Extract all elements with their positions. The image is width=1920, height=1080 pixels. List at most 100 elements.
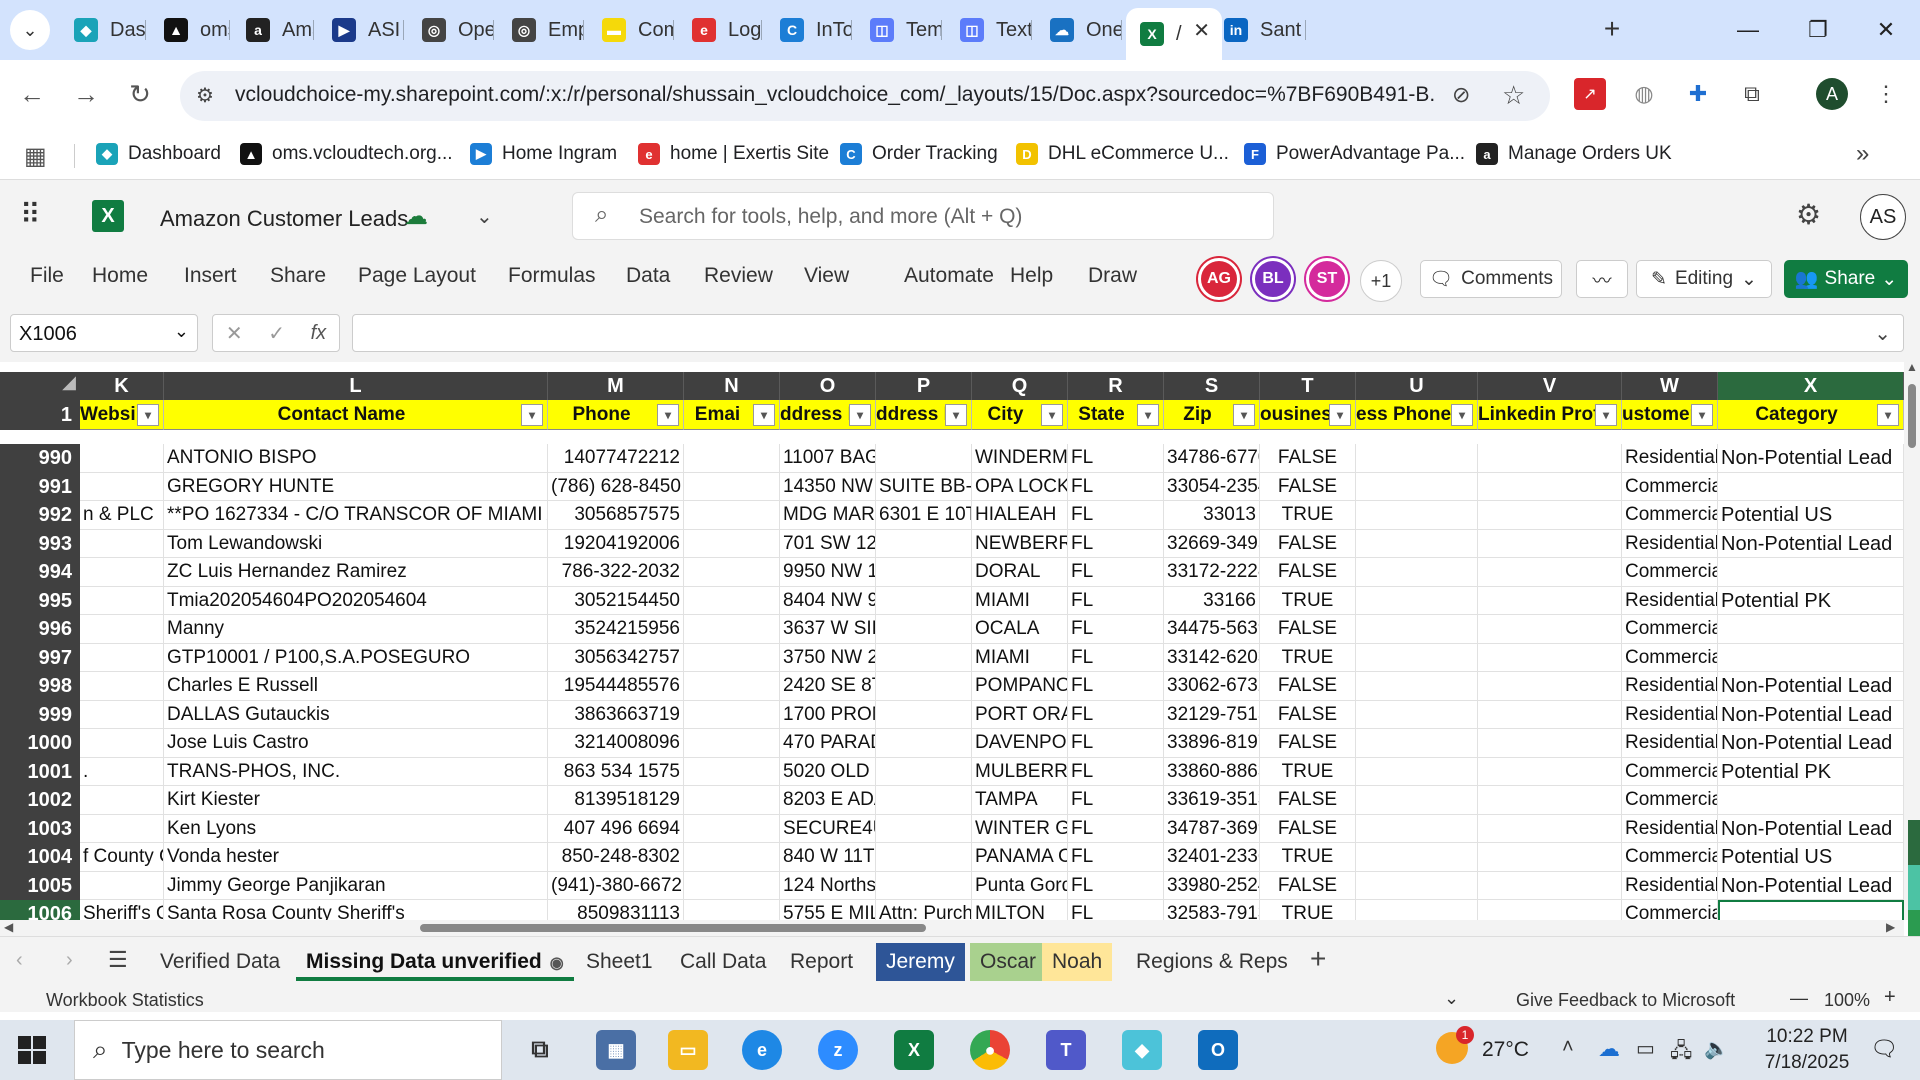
browser-tab[interactable]: ◎ Oper <box>408 8 494 52</box>
filter-dropdown-icon[interactable]: ▾ <box>1451 404 1473 426</box>
table-cell[interactable]: PORT ORA <box>972 700 1068 729</box>
table-cell[interactable]: Commercial <box>1622 643 1718 672</box>
table-cell[interactable]: Non-Potential Lead <box>1718 672 1904 701</box>
table-cell[interactable] <box>876 729 972 758</box>
table-cell[interactable] <box>684 871 780 900</box>
reload-button[interactable]: ↻ <box>120 74 160 114</box>
table-cell[interactable]: Residential <box>1622 444 1718 473</box>
table-cell[interactable]: 11007 BAGLEY ALY <box>780 444 876 473</box>
table-cell[interactable] <box>1356 472 1478 501</box>
table-cell[interactable]: Attn: Purch <box>876 900 972 920</box>
table-cell[interactable]: 3863663719 <box>548 700 684 729</box>
url-text[interactable]: vcloudchoice-my.sharepoint.com/:x:/r/per… <box>235 83 1435 107</box>
table-cell[interactable]: 33062-6732 <box>1164 672 1260 701</box>
column-header-k[interactable]: K <box>80 372 164 400</box>
table-cell[interactable]: FL <box>1068 643 1164 672</box>
table-cell[interactable] <box>684 501 780 530</box>
row-number[interactable]: 998 <box>0 672 80 701</box>
table-cell[interactable]: TAMPA <box>972 786 1068 815</box>
table-header-cell[interactable]: Linkedin Prof ▾ <box>1478 400 1622 430</box>
table-cell[interactable] <box>1356 643 1478 672</box>
restore-button[interactable]: ❐ <box>1788 8 1848 52</box>
table-cell[interactable] <box>1356 529 1478 558</box>
menu-tab-draw[interactable]: Draw <box>1088 264 1137 288</box>
status-chevron-icon[interactable]: ⌄ <box>1444 988 1459 1009</box>
table-cell[interactable]: Commercial <box>1622 472 1718 501</box>
table-cell[interactable] <box>1718 643 1904 672</box>
vertical-scroll-thumb[interactable] <box>1908 384 1916 448</box>
select-all-corner[interactable]: ◢ <box>0 372 80 400</box>
sheet-tab[interactable]: Missing Data unverified ◉ <box>296 943 574 981</box>
column-header-u[interactable]: U <box>1356 372 1478 400</box>
table-cell[interactable]: OCALA <box>972 615 1068 644</box>
name-box[interactable]: X1006 ⌄ <box>10 314 198 352</box>
table-cell[interactable]: MULBERR <box>972 757 1068 786</box>
table-cell[interactable]: PANAMA C <box>972 843 1068 872</box>
no-cast-icon[interactable]: ⊘ <box>1452 82 1470 108</box>
table-header-cell[interactable]: ustomer ▾ <box>1622 400 1718 430</box>
table-cell[interactable]: 32583-7913 <box>1164 900 1260 920</box>
table-cell[interactable]: FALSE <box>1260 472 1356 501</box>
table-cell[interactable]: Non-Potential Lead <box>1718 729 1904 758</box>
filter-dropdown-icon[interactable]: ▾ <box>521 404 543 426</box>
table-cell[interactable]: 470 PARADISE WOOD <box>780 729 876 758</box>
table-cell[interactable]: 786-322-2032 <box>548 558 684 587</box>
editing-mode-button[interactable]: ✎ Editing ⌄ <box>1636 260 1772 298</box>
table-cell[interactable]: f County C <box>80 843 164 872</box>
table-cell[interactable] <box>876 672 972 701</box>
browser-tab[interactable]: ◎ Empl <box>498 8 584 52</box>
table-cell[interactable]: Non-Potential Lead <box>1718 529 1904 558</box>
table-cell[interactable] <box>1356 444 1478 473</box>
table-cell[interactable]: Residential <box>1622 871 1718 900</box>
column-header-q[interactable]: Q <box>972 372 1068 400</box>
table-cell[interactable] <box>1356 843 1478 872</box>
filter-dropdown-icon[interactable]: ▾ <box>1691 404 1713 426</box>
table-cell[interactable]: Commercia <box>1622 900 1718 920</box>
table-cell[interactable] <box>1718 786 1904 815</box>
address-bar[interactable]: ⚙ vcloudchoice-my.sharepoint.com/:x:/r/p… <box>180 71 1550 121</box>
bookmark-item[interactable]: e home | Exertis Site <box>638 138 829 170</box>
table-cell[interactable]: FL <box>1068 700 1164 729</box>
row-number[interactable]: 1006 <box>0 900 80 920</box>
table-cell[interactable]: FALSE <box>1260 814 1356 843</box>
table-cell[interactable] <box>1718 900 1904 920</box>
table-cell[interactable] <box>1718 558 1904 587</box>
table-cell[interactable] <box>1478 558 1622 587</box>
bookmark-item[interactable]: ◆ Dashboard <box>96 138 221 170</box>
table-cell[interactable] <box>80 672 164 701</box>
extensions-puzzle-icon[interactable]: ⧉ <box>1736 78 1768 110</box>
zoom-app-icon[interactable]: z <box>818 1030 858 1070</box>
table-cell[interactable] <box>80 529 164 558</box>
table-cell[interactable] <box>684 729 780 758</box>
add-sheet-button[interactable]: + <box>1310 943 1326 975</box>
enter-check-icon[interactable]: ✓ <box>268 321 285 346</box>
table-cell[interactable]: MIAMI <box>972 643 1068 672</box>
table-cell[interactable]: OPA LOCK <box>972 472 1068 501</box>
table-cell[interactable]: 33172-2228 <box>1164 558 1260 587</box>
table-cell[interactable] <box>80 586 164 615</box>
outlook-app-icon[interactable]: O <box>1198 1030 1238 1070</box>
table-cell[interactable]: 701 SW 125TH TER <box>780 529 876 558</box>
user-avatar[interactable]: AS <box>1860 194 1906 240</box>
bookmark-item[interactable]: ▶ Home Ingram <box>470 138 617 170</box>
sheet-tab[interactable]: Noah <box>1042 943 1113 981</box>
table-cell[interactable] <box>1478 786 1622 815</box>
table-cell[interactable]: Non-Potential Lead <box>1718 700 1904 729</box>
table-cell[interactable]: FALSE <box>1260 871 1356 900</box>
table-cell[interactable]: 19544485576 <box>548 672 684 701</box>
menu-tab-view[interactable]: View <box>804 264 849 288</box>
table-cell[interactable] <box>80 615 164 644</box>
table-cell[interactable]: 3750 NW 28TH ST UNI <box>780 643 876 672</box>
filter-dropdown-icon[interactable]: ▾ <box>1329 404 1351 426</box>
zoom-out-icon[interactable]: — <box>1790 988 1808 1009</box>
browser-tab[interactable]: ▲ oms. <box>150 8 230 52</box>
prev-sheet-arrow-icon[interactable]: ‹ <box>16 949 23 972</box>
table-cell[interactable]: 8139518129 <box>548 786 684 815</box>
table-cell[interactable]: Residential <box>1622 729 1718 758</box>
table-cell[interactable]: 5020 OLD HIGHWAY 3 <box>780 757 876 786</box>
table-cell[interactable]: HIALEAH <box>972 501 1068 530</box>
site-info-icon[interactable]: ⚙ <box>196 83 214 108</box>
table-header-cell[interactable]: ddress L ▾ <box>780 400 876 430</box>
table-cell[interactable] <box>876 586 972 615</box>
app-launcher-icon[interactable]: ⠿ <box>20 198 40 231</box>
